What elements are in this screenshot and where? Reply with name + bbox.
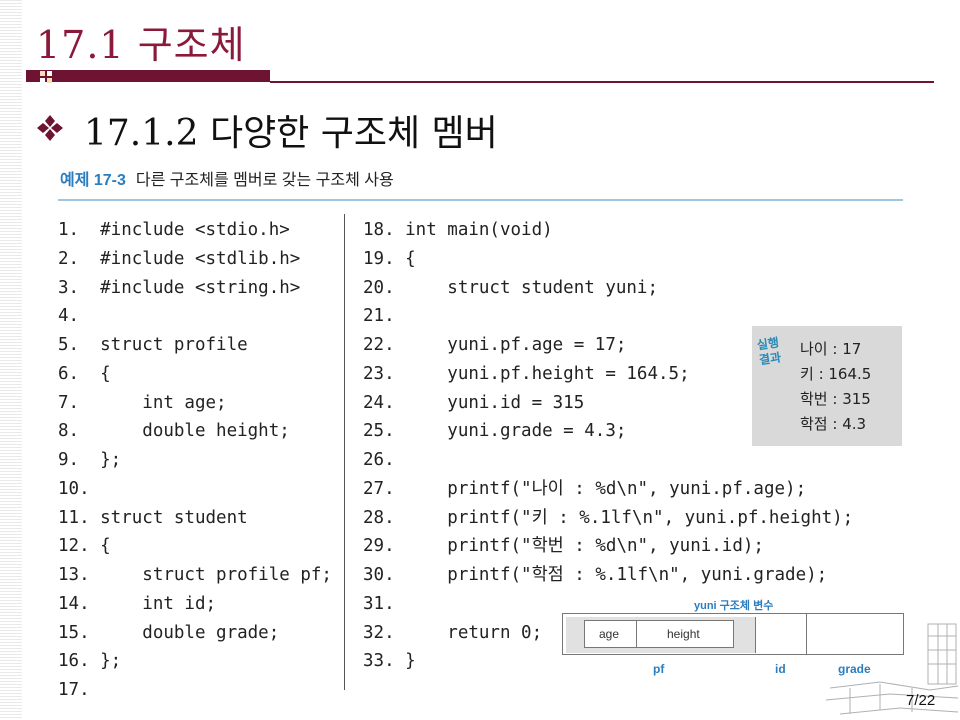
code-line: 28. printf("키 : %.1lf\n", yuni.pf.height… xyxy=(363,507,854,528)
struct-diagram-caption: yuni 구조체 변수 xyxy=(694,600,774,612)
code-line: 27. printf("나이 : %d\n", yuni.pf.age); xyxy=(363,478,807,499)
slide-title: 17.1 구조체 xyxy=(36,23,246,67)
example-rule xyxy=(58,199,903,201)
code-line: 12. { xyxy=(58,536,111,557)
code-line: 15. double grade; xyxy=(58,622,280,643)
code-column-divider xyxy=(344,214,345,690)
code-line: 20. struct student yuni; xyxy=(363,277,659,298)
code-line: 4. xyxy=(58,306,80,327)
code-line: 13. struct profile pf; xyxy=(58,565,332,585)
code-line: 6. { xyxy=(58,363,111,384)
code-line: 9. }; xyxy=(58,450,122,470)
result-line: 키 : 164.5 xyxy=(800,365,872,383)
title-underline-rule xyxy=(270,81,934,83)
building-sketch-decoration xyxy=(825,623,959,715)
code-line: 10. xyxy=(58,478,90,499)
four-diamond-bullet-icon xyxy=(37,115,63,141)
example-number: 예제 17-3 xyxy=(60,172,126,189)
struct-field-height: height xyxy=(667,627,700,641)
code-line: 3. #include <string.h> xyxy=(58,277,301,298)
code-line: 11. struct student xyxy=(58,507,248,528)
struct-diagram-id-divider xyxy=(806,614,807,654)
result-line: 학번 : 315 xyxy=(800,390,871,408)
execution-result-box: 실행 결과 나이 : 17 키 : 164.5 학번 : 315 학점 : 4.3 xyxy=(752,326,902,446)
result-line: 학점 : 4.3 xyxy=(800,415,867,433)
code-line: 16. }; xyxy=(58,651,122,672)
code-line: 5. struct profile xyxy=(58,335,248,355)
struct-label-id: id xyxy=(775,662,786,676)
subheading: 17.1.2 다양한 구조체 멤버 xyxy=(84,113,498,154)
example-label: 예제 17-3 다른 구조체를 멤버로 갖는 구조체 사용 xyxy=(60,166,394,190)
code-line: 17. xyxy=(58,680,90,700)
code-line: 8. double height; xyxy=(58,421,290,442)
small-square-ornament-icon xyxy=(40,71,52,83)
code-line: 1. #include <stdio.h> xyxy=(58,220,290,240)
code-line: 30. printf("학점 : %.1lf\n", yuni.grade); xyxy=(363,565,828,585)
code-listing-left: 1. #include <stdio.h> 2. #include <stdlib… xyxy=(58,216,332,705)
result-line: 나이 : 17 xyxy=(800,340,862,358)
left-stripe-decoration xyxy=(0,0,22,720)
code-line: 14. int id; xyxy=(58,593,217,614)
struct-field-age: age xyxy=(599,627,620,641)
example-title: 다른 구조체를 멤버로 갖는 구조체 사용 xyxy=(135,172,394,189)
result-lines: 나이 : 17 키 : 164.5 학번 : 315 학점 : 4.3 xyxy=(800,337,871,437)
code-line: 7. int age; xyxy=(58,392,227,413)
code-line: 19. { xyxy=(363,248,416,269)
struct-label-pf: pf xyxy=(653,662,665,676)
result-tag: 실행 결과 xyxy=(756,335,782,368)
code-listing-right: 18. int main(void) 19. { 20. struct studen… xyxy=(363,216,853,676)
code-line: 2. #include <stdlib.h> xyxy=(58,248,301,269)
page-number: 7/22 xyxy=(906,692,936,709)
code-line: 18. int main(void) xyxy=(363,220,553,240)
struct-diagram-inner-divider xyxy=(636,620,637,648)
code-line: 29. printf("학번 : %d\n", yuni.id); xyxy=(363,536,764,557)
title-underline-bar xyxy=(26,70,270,82)
code-line: 26. xyxy=(363,450,395,470)
